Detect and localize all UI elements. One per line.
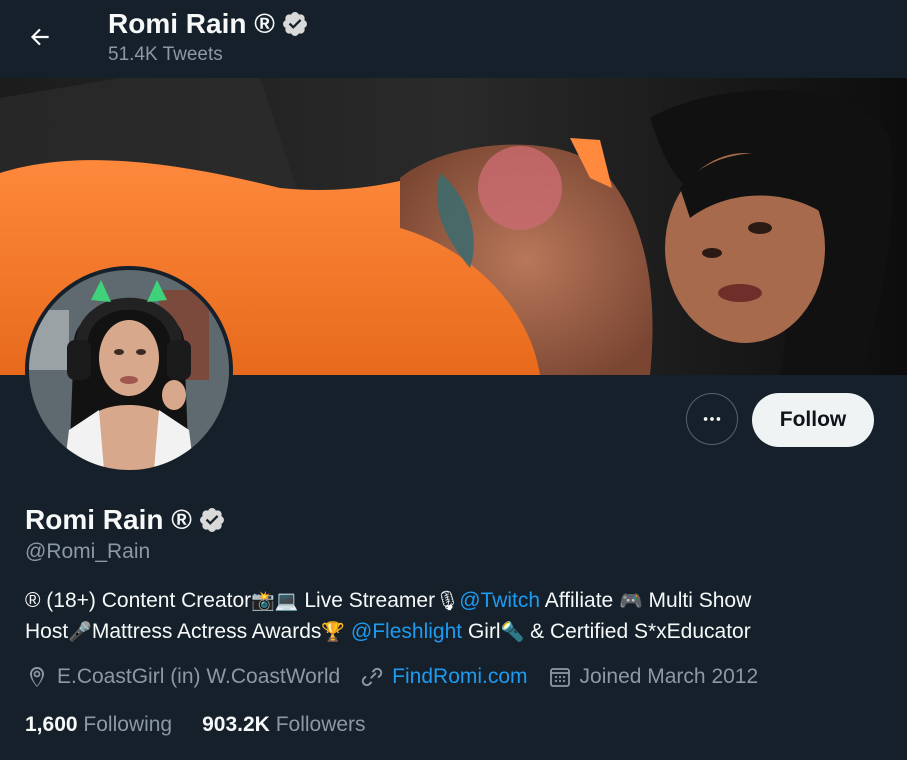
header-title: Romi Rain ®: [108, 8, 309, 40]
profile-bio: ® (18+) Content Creator📸💻 Live Streamer🎙…: [25, 586, 875, 648]
profile-name: Romi Rain ®: [25, 504, 192, 535]
following-stat[interactable]: 1,600 Following: [25, 713, 172, 737]
arrow-left-icon: [30, 28, 49, 46]
microphone-emoji-icon: 🎙: [435, 591, 460, 612]
bio-text: Multi Show: [642, 589, 752, 612]
joined-text: Joined March 2012: [579, 665, 759, 688]
profile-meta: E.CoastGirl (in) W.CoastWorld FindRomi.c…: [25, 665, 778, 689]
fleshlight-mention-link[interactable]: @Fleshlight: [351, 620, 462, 643]
followers-label: Followers: [275, 713, 366, 736]
more-options-button[interactable]: [686, 393, 738, 445]
website-item: FindRomi.com: [360, 665, 528, 689]
bio-text: & Certified S*xEducator: [524, 620, 751, 643]
profile-header: Romi Rain ® 51.4K Tweets: [0, 0, 907, 78]
joined-item: Joined March 2012: [548, 665, 759, 689]
verified-badge-icon: [199, 508, 224, 532]
profile-name-row: Romi Rain ®: [25, 504, 226, 536]
calendar-icon: [549, 668, 570, 687]
flashlight-emoji-icon: 🔦: [500, 622, 525, 643]
followers-count: 903.2K: [202, 713, 270, 736]
profile-avatar[interactable]: [25, 266, 233, 474]
verified-badge-icon: [282, 12, 307, 36]
karaoke-mic-emoji-icon: 🎤: [68, 622, 92, 643]
more-dots-icon: [703, 417, 721, 421]
bio-text: Live Streamer: [298, 589, 436, 612]
profile-handle: @Romi_Rain: [25, 540, 151, 563]
avatar-image: [29, 270, 229, 470]
link-icon: [362, 667, 383, 687]
laptop-emoji-icon: 💻: [274, 591, 299, 612]
location-pin-icon: [30, 667, 44, 687]
bio-text: Host: [25, 620, 69, 643]
followers-stat[interactable]: 903.2K Followers: [202, 713, 365, 737]
header-tweet-count: 51.4K Tweets: [108, 44, 223, 65]
bio-text: ® (18+) Content Creator: [25, 589, 252, 612]
location-text: E.CoastGirl (in) W.CoastWorld: [57, 665, 341, 688]
bio-text: Mattress Actress Awards: [91, 620, 322, 643]
follow-button[interactable]: Follow: [752, 393, 874, 447]
back-button[interactable]: [20, 17, 60, 57]
following-label: Following: [83, 713, 173, 736]
bio-text: Girl: [462, 620, 501, 643]
website-link[interactable]: FindRomi.com: [392, 665, 527, 689]
trophy-emoji-icon: 🏆: [321, 622, 346, 643]
location-item: E.CoastGirl (in) W.CoastWorld: [25, 665, 340, 689]
header-name: Romi Rain ®: [108, 8, 275, 39]
camera-flash-emoji-icon: 📸: [251, 591, 275, 612]
twitch-mention-link[interactable]: @Twitch: [459, 589, 540, 612]
following-count: 1,600: [25, 713, 78, 736]
bio-text: Affiliate: [540, 589, 620, 612]
profile-stats: 1,600 Following 903.2K Followers: [25, 713, 366, 737]
gamepad-emoji-icon: 🎮: [619, 591, 643, 612]
